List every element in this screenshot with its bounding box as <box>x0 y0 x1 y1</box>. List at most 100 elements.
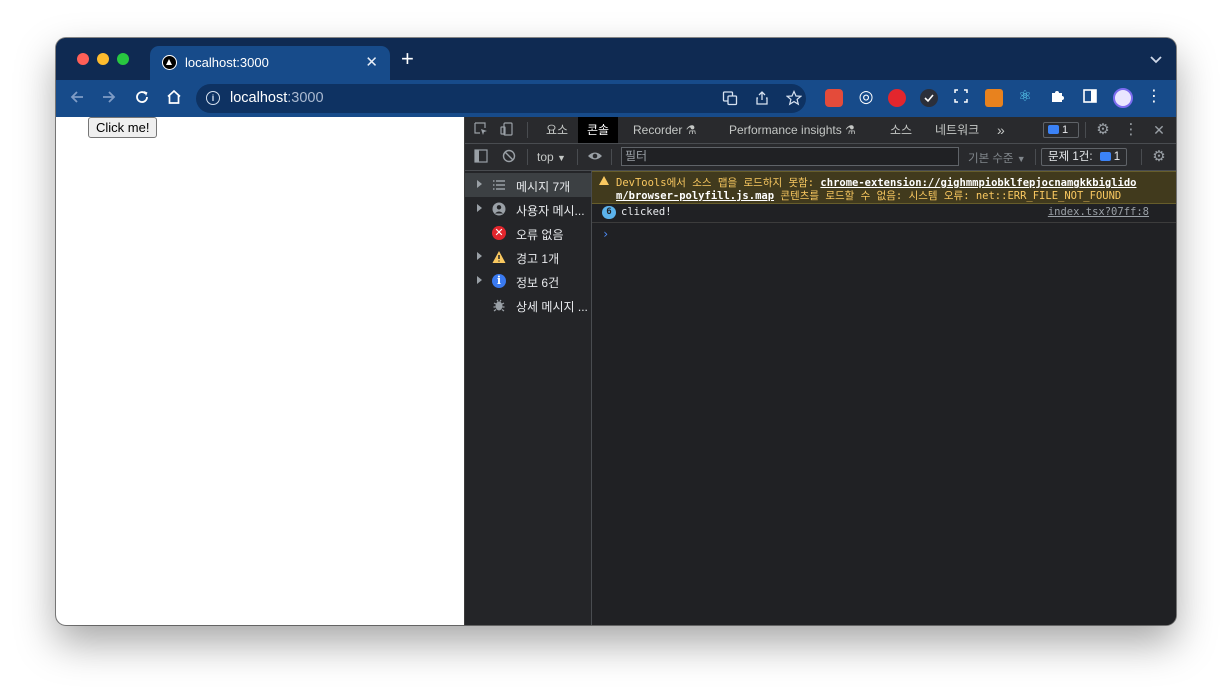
console-prompt[interactable]: › <box>602 227 609 241</box>
expand-arrow-icon[interactable] <box>477 204 482 212</box>
sidebar-item-errors[interactable]: ✕ 오류 없음 <box>465 221 591 245</box>
live-expression-eye-icon[interactable] <box>587 149 603 165</box>
url-text: localhost:3000 <box>230 90 324 106</box>
filter-divider <box>1035 149 1036 165</box>
tab-divider <box>527 122 528 138</box>
browser-menu-icon[interactable]: ⋮ <box>1144 88 1164 106</box>
react-devtools-icon[interactable]: ⚛ <box>1015 88 1035 106</box>
repeat-count-badge: 6 <box>602 206 616 219</box>
new-tab-button[interactable]: + <box>401 48 414 70</box>
side-panel-icon[interactable] <box>1080 88 1100 109</box>
sidebar-item-verbose[interactable]: 상세 메시지 ... <box>465 293 591 317</box>
console-sidebar: 메시지 7개 사용자 메시... ✕ 오류 없음 경고 1개 i 정보 6건 상… <box>465 171 592 625</box>
share-icon[interactable] <box>754 90 770 109</box>
filter-divider <box>611 149 612 165</box>
browser-tab[interactable]: localhost:3000 ✕ <box>150 46 390 80</box>
close-devtools-icon[interactable]: ✕ <box>1151 122 1167 138</box>
browser-toolbar: i localhost:3000 ◎ ⚛ ⋮ <box>56 80 1176 117</box>
devtools-menu-icon[interactable]: ⋮ <box>1123 122 1139 138</box>
profile-avatar[interactable] <box>1113 88 1133 108</box>
forward-arrow-icon[interactable] <box>100 88 118 110</box>
device-toolbar-icon[interactable] <box>499 122 515 138</box>
close-window-button[interactable] <box>77 53 89 65</box>
issues-badge[interactable]: 1 <box>1043 122 1079 138</box>
tab-elements[interactable]: 요소 <box>537 117 577 143</box>
more-tabs-button[interactable]: » <box>988 117 1014 143</box>
console-log-message: 6 clicked! index.tsx?07ff:8 <box>592 203 1176 223</box>
filter-divider <box>1141 149 1142 165</box>
minimize-window-button[interactable] <box>97 53 109 65</box>
tab-title: localhost:3000 <box>185 55 269 70</box>
tab-network[interactable]: 네트워크 <box>926 117 988 143</box>
sidebar-item-user-messages[interactable]: 사용자 메시... <box>465 197 591 221</box>
translate-icon[interactable] <box>722 90 738 109</box>
zoom-window-button[interactable] <box>117 53 129 65</box>
dropdown-caret-icon: ▼ <box>557 153 566 163</box>
tab-sources[interactable]: 소스 <box>881 117 921 143</box>
console-filter-input[interactable]: 필터 <box>621 147 959 166</box>
experiment-flask-icon: ⚗ <box>845 123 856 137</box>
inspect-element-icon[interactable] <box>473 122 489 138</box>
extension-stop-icon[interactable] <box>888 89 906 107</box>
issues-chat-icon <box>1048 125 1059 134</box>
sidebar-item-label: 경고 1개 <box>516 252 560 266</box>
devtools-tab-bar: 요소 콘솔 Recorder ⚗ Performance insights ⚗ … <box>465 117 1176 144</box>
error-icon: ✕ <box>492 226 506 240</box>
expand-arrow-icon[interactable] <box>477 180 482 188</box>
source-map-link-continued[interactable]: m/browser-polyfill.js.map <box>616 190 774 202</box>
extension-target-icon[interactable]: ◎ <box>856 88 876 106</box>
click-me-button[interactable]: Click me! <box>88 117 158 138</box>
sidebar-toggle-icon[interactable] <box>473 149 489 165</box>
sidebar-item-label: 오류 없음 <box>516 228 564 242</box>
warning-icon <box>599 176 609 185</box>
sidebar-item-label: 정보 6건 <box>516 276 560 290</box>
console-output: DevTools에서 소스 맵을 로드하지 못함: chrome-extensi… <box>592 171 1176 625</box>
expand-arrow-icon[interactable] <box>477 252 482 260</box>
log-source-link[interactable]: index.tsx?07ff:8 <box>1048 206 1149 218</box>
extension-check-icon[interactable] <box>920 89 938 107</box>
log-text: clicked! <box>621 206 672 218</box>
console-settings-gear-icon[interactable]: ⚙ <box>1151 149 1167 165</box>
tab-performance-insights[interactable]: Performance insights ⚗ <box>720 117 865 143</box>
experiment-flask-icon: ⚗ <box>685 123 697 137</box>
tab-recorder[interactable]: Recorder ⚗ <box>624 117 705 143</box>
nextjs-favicon-icon <box>162 55 177 70</box>
warning-text-line-2: m/browser-polyfill.js.map 콘텐츠를 로드할 수 없음:… <box>616 190 1122 202</box>
tab-search-chevron-icon[interactable] <box>1150 51 1162 67</box>
page-viewport: Click me! <box>56 117 464 625</box>
warning-icon <box>492 250 506 264</box>
extension-1-icon[interactable] <box>825 89 843 107</box>
sidebar-item-label: 상세 메시지 ... <box>516 300 588 314</box>
user-icon <box>492 202 506 216</box>
site-info-icon[interactable]: i <box>206 91 220 105</box>
issues-count-button[interactable]: 문제 1건: 1 <box>1041 148 1128 166</box>
info-icon: i <box>492 274 506 288</box>
issues-chat-icon <box>1099 152 1111 161</box>
clear-console-icon[interactable] <box>501 149 517 165</box>
sidebar-item-info[interactable]: i 정보 6건 <box>465 269 591 293</box>
home-icon[interactable] <box>165 88 183 110</box>
sidebar-item-messages[interactable]: 메시지 7개 <box>465 173 591 197</box>
back-arrow-icon[interactable] <box>68 88 86 110</box>
sidebar-item-label: 사용자 메시... <box>516 204 585 218</box>
metamask-fox-icon[interactable] <box>985 89 1003 107</box>
extension-capture-icon[interactable] <box>951 88 971 109</box>
tab-close-icon[interactable]: ✕ <box>365 53 378 71</box>
list-icon <box>492 178 506 192</box>
dropdown-caret-icon: ▼ <box>1016 154 1026 164</box>
sidebar-item-warnings[interactable]: 경고 1개 <box>465 245 591 269</box>
devtools-panel: 요소 콘솔 Recorder ⚗ Performance insights ⚗ … <box>464 117 1176 625</box>
settings-gear-icon[interactable]: ⚙ <box>1095 122 1111 138</box>
tab-console[interactable]: 콘솔 <box>578 117 619 143</box>
bookmark-star-icon[interactable] <box>785 90 803 109</box>
context-selector[interactable]: top ▼ <box>537 150 566 164</box>
extensions-puzzle-icon[interactable] <box>1047 88 1067 109</box>
browser-window: localhost:3000 ✕ + i localhost:3000 ◎ ⚛ … <box>56 38 1176 625</box>
expand-arrow-icon[interactable] <box>477 276 482 284</box>
console-filter-bar: top ▼ 필터 기본 수준 ▼ 문제 1건: 1 ⚙ <box>465 144 1176 171</box>
address-bar[interactable]: i localhost:3000 <box>196 84 806 113</box>
log-levels-dropdown[interactable]: 기본 수준 ▼ <box>968 150 1026 166</box>
console-warning-message: DevTools에서 소스 맵을 로드하지 못함: chrome-extensi… <box>592 171 1176 204</box>
tab-strip: localhost:3000 ✕ + <box>56 38 1176 80</box>
reload-icon[interactable] <box>133 88 151 110</box>
